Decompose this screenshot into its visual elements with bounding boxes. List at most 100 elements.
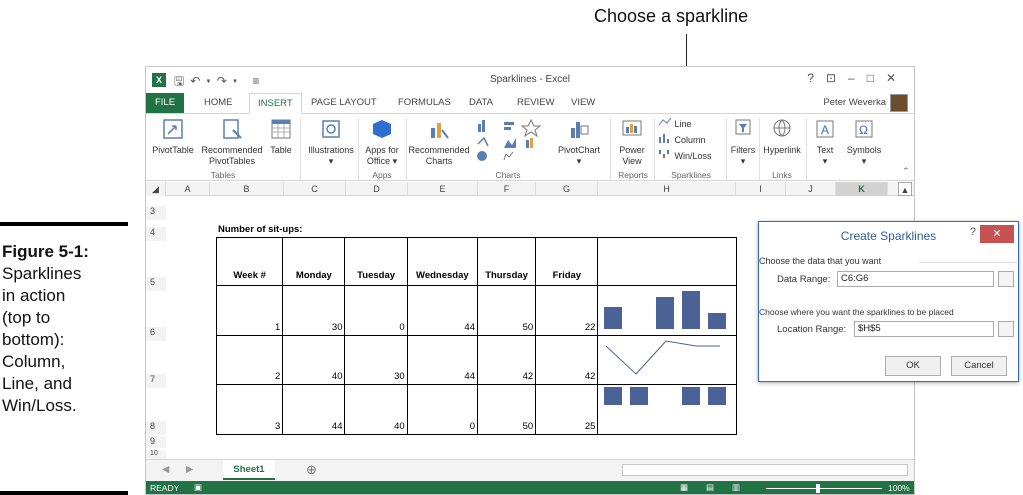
row-header[interactable]: 7	[146, 374, 166, 388]
value-cell[interactable]: 42	[535, 335, 599, 385]
week-cell[interactable]: 1	[215, 285, 284, 336]
avatar[interactable]	[890, 94, 908, 112]
value-cell[interactable]: 40	[282, 335, 346, 385]
sheet-title[interactable]: Number of sit-ups:	[218, 224, 302, 235]
value-cell[interactable]: 30	[344, 335, 408, 385]
macro-record-icon[interactable]: ▣	[194, 482, 202, 493]
ok-button[interactable]: OK	[885, 356, 941, 376]
tab-formulas[interactable]: FORMULAS	[398, 97, 451, 108]
symbols-button[interactable]: Ω Symbols ▾	[844, 118, 884, 167]
column-header[interactable]: F	[478, 182, 536, 196]
page-break-view-icon[interactable]: ▥	[732, 482, 740, 493]
value-cell[interactable]: 44	[406, 285, 478, 336]
location-range-input[interactable]: $H$5	[854, 321, 994, 337]
tab-data[interactable]: DATA	[469, 97, 493, 108]
tab-home[interactable]: HOME	[204, 97, 233, 108]
next-sheet-icon[interactable]: ▶	[186, 464, 193, 475]
column-header[interactable]: B	[210, 182, 284, 196]
power-view-button[interactable]: Power View	[612, 118, 652, 167]
column-header[interactable]: E	[408, 182, 478, 196]
header-cell[interactable]: Monday	[282, 237, 346, 286]
header-cell[interactable]: Friday	[535, 237, 599, 286]
maximize-icon[interactable]: □	[867, 71, 886, 85]
tab-file[interactable]: FILE	[146, 93, 184, 113]
add-sheet-icon[interactable]: ⊕	[306, 462, 317, 478]
header-cell[interactable]: Week #	[215, 237, 284, 286]
zoom-level[interactable]: 100%	[888, 483, 910, 493]
chart-type-gallery[interactable]	[476, 118, 556, 164]
column-header[interactable]: C	[284, 182, 346, 196]
sparkline-winloss-button[interactable]: Win/Loss	[658, 149, 712, 161]
hyperlink-button[interactable]: Hyperlink	[760, 118, 804, 156]
zoom-slider-thumb[interactable]	[816, 484, 820, 493]
sparkline-cell-line[interactable]	[597, 335, 737, 385]
row-header[interactable]: 9	[146, 436, 166, 448]
sheet-tab-sheet1[interactable]: Sheet1	[223, 460, 275, 480]
value-cell[interactable]: 50	[476, 384, 537, 435]
page-layout-view-icon[interactable]: ▤	[706, 482, 714, 493]
week-cell[interactable]: 3	[215, 384, 284, 435]
close-icon[interactable]: ✕	[886, 71, 908, 85]
column-header[interactable]: K	[836, 182, 888, 196]
tab-review[interactable]: REVIEW	[517, 97, 554, 108]
illustrations-button[interactable]: Illustrations ▾	[304, 118, 358, 167]
help-icon[interactable]: ?	[807, 71, 826, 85]
table-button[interactable]: Table	[266, 118, 296, 156]
user-name[interactable]: Peter Weverka	[823, 97, 886, 108]
tab-insert[interactable]: INSERT	[249, 93, 302, 114]
column-header[interactable]: G	[536, 182, 598, 196]
column-header[interactable]: D	[346, 182, 408, 196]
value-cell[interactable]: 0	[344, 285, 408, 336]
row-header[interactable]: 8	[146, 421, 166, 435]
column-header[interactable]: I	[736, 182, 786, 196]
value-cell[interactable]: 0	[406, 384, 478, 435]
value-cell[interactable]: 30	[282, 285, 346, 336]
header-cell[interactable]: Thursday	[476, 237, 537, 286]
normal-view-icon[interactable]: ▦	[680, 482, 688, 493]
close-icon[interactable]: ✕	[980, 225, 1014, 243]
row-header[interactable]: 3	[146, 206, 166, 220]
cancel-button[interactable]: Cancel	[951, 356, 1007, 376]
header-cell[interactable]: Tuesday	[344, 237, 408, 286]
data-range-input[interactable]: C6:G6	[837, 271, 994, 287]
week-cell[interactable]: 2	[215, 335, 284, 385]
row-header[interactable]: 6	[146, 327, 166, 341]
value-cell[interactable]: 44	[282, 384, 346, 435]
value-cell[interactable]: 44	[406, 335, 478, 385]
recommended-pivottables-button[interactable]: Recommended PivotTables	[200, 118, 264, 167]
column-header[interactable]: A	[166, 182, 210, 196]
column-header[interactable]: J	[786, 182, 836, 196]
sparkline-header-cell[interactable]	[597, 237, 737, 286]
range-picker-icon[interactable]	[998, 271, 1014, 287]
value-cell[interactable]: 40	[344, 384, 408, 435]
row-header[interactable]: 5	[146, 277, 166, 291]
filters-button[interactable]: Filters ▾	[728, 118, 758, 167]
row-header[interactable]: 10	[146, 450, 166, 459]
header-cell[interactable]: Wednesday	[406, 237, 478, 286]
minimize-icon[interactable]: –	[848, 71, 867, 85]
pivotchart-button[interactable]: PivotChart ▾	[556, 118, 602, 167]
scroll-up-icon[interactable]: ▲	[898, 182, 912, 196]
apps-for-office-button[interactable]: Apps for Office ▾	[360, 118, 404, 167]
sparkline-column-button[interactable]: Column	[658, 133, 706, 145]
column-header[interactable]: H	[598, 182, 736, 196]
collapse-ribbon-icon[interactable]: ⌃	[902, 166, 910, 177]
horizontal-scrollbar[interactable]	[622, 464, 908, 476]
tab-page-layout[interactable]: PAGE LAYOUT	[311, 97, 377, 108]
row-header[interactable]: 4	[146, 227, 166, 241]
zoom-slider[interactable]	[766, 488, 882, 489]
select-all-corner[interactable]: ◢	[146, 182, 166, 196]
sparkline-cell-winloss[interactable]	[597, 384, 737, 435]
pivottable-button[interactable]: PivotTable	[148, 118, 198, 156]
sparkline-line-button[interactable]: Line	[658, 117, 692, 129]
recommended-charts-button[interactable]: Recommended Charts	[408, 118, 470, 167]
value-cell[interactable]: 42	[476, 335, 537, 385]
value-cell[interactable]: 22	[535, 285, 599, 336]
text-button[interactable]: A Text ▾	[810, 118, 840, 167]
tab-view[interactable]: VIEW	[571, 97, 595, 108]
value-cell[interactable]: 25	[535, 384, 599, 435]
ribbon-display-icon[interactable]: ⊡	[826, 71, 848, 85]
help-icon[interactable]: ?	[970, 226, 976, 238]
range-picker-icon[interactable]	[998, 321, 1014, 337]
value-cell[interactable]: 50	[476, 285, 537, 336]
